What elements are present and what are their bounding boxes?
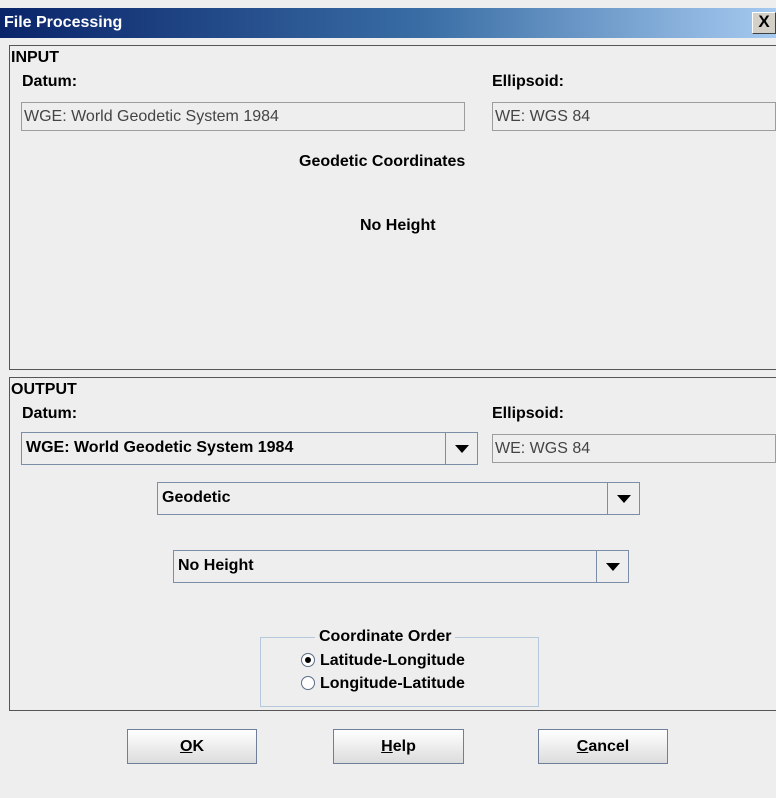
input-heading: INPUT <box>11 49 59 66</box>
height-type-value: No Height <box>178 557 254 574</box>
dropdown-arrow-icon[interactable] <box>596 551 628 582</box>
input-ellipsoid-label: Ellipsoid: <box>492 73 564 90</box>
input-datum-field: WGE: World Geodetic System 1984 <box>21 102 465 131</box>
input-ellipsoid-field: WE: WGS 84 <box>492 102 776 131</box>
radio-icon[interactable] <box>301 676 315 690</box>
window-title: File Processing <box>4 14 123 31</box>
output-ellipsoid-label: Ellipsoid: <box>492 405 564 422</box>
ok-button[interactable]: OK <box>127 729 257 764</box>
output-datum-label: Datum: <box>22 405 78 422</box>
output-datum-dropdown[interactable]: WGE: World Geodetic System 1984 <box>21 432 478 465</box>
output-datum-value: WGE: World Geodetic System 1984 <box>26 439 294 456</box>
help-label: elp <box>392 738 416 755</box>
input-coordinates-text: Geodetic Coordinates <box>299 153 466 170</box>
output-panel: OUTPUT Datum: WGE: World Geodetic System… <box>9 377 776 711</box>
radio-label: Latitude-Longitude <box>320 652 465 669</box>
dropdown-arrow-icon[interactable] <box>607 483 639 514</box>
help-mnemonic: H <box>381 738 393 755</box>
help-button[interactable]: Help <box>333 729 464 764</box>
coordinate-type-dropdown[interactable]: Geodetic <box>157 482 640 515</box>
output-heading: OUTPUT <box>11 381 77 398</box>
radio-longitude-latitude[interactable]: Longitude-Latitude <box>301 675 465 693</box>
ok-mnemonic: O <box>179 738 193 755</box>
height-type-dropdown[interactable]: No Height <box>173 550 629 583</box>
cancel-button[interactable]: Cancel <box>538 729 668 764</box>
radio-label: Longitude-Latitude <box>320 675 465 692</box>
coordinate-type-value: Geodetic <box>162 489 231 506</box>
title-bar[interactable]: File Processing X <box>0 8 776 38</box>
ok-label: K <box>192 738 204 755</box>
input-datum-label: Datum: <box>22 73 78 90</box>
radio-icon[interactable] <box>301 653 315 667</box>
coordinate-order-group: Coordinate Order Latitude-Longitude Long… <box>260 628 539 707</box>
coordinate-order-legend: Coordinate Order <box>315 628 456 646</box>
cancel-label: ancel <box>588 738 630 755</box>
input-height-text: No Height <box>360 217 436 234</box>
radio-latitude-longitude[interactable]: Latitude-Longitude <box>301 652 465 670</box>
file-processing-dialog: File Processing X INPUT Datum: WGE: Worl… <box>0 0 776 798</box>
dropdown-arrow-icon[interactable] <box>445 433 477 464</box>
close-icon[interactable]: X <box>752 12 776 34</box>
output-ellipsoid-field: WE: WGS 84 <box>492 434 776 463</box>
cancel-mnemonic: C <box>576 738 589 755</box>
input-panel: INPUT Datum: WGE: World Geodetic System … <box>9 45 776 370</box>
